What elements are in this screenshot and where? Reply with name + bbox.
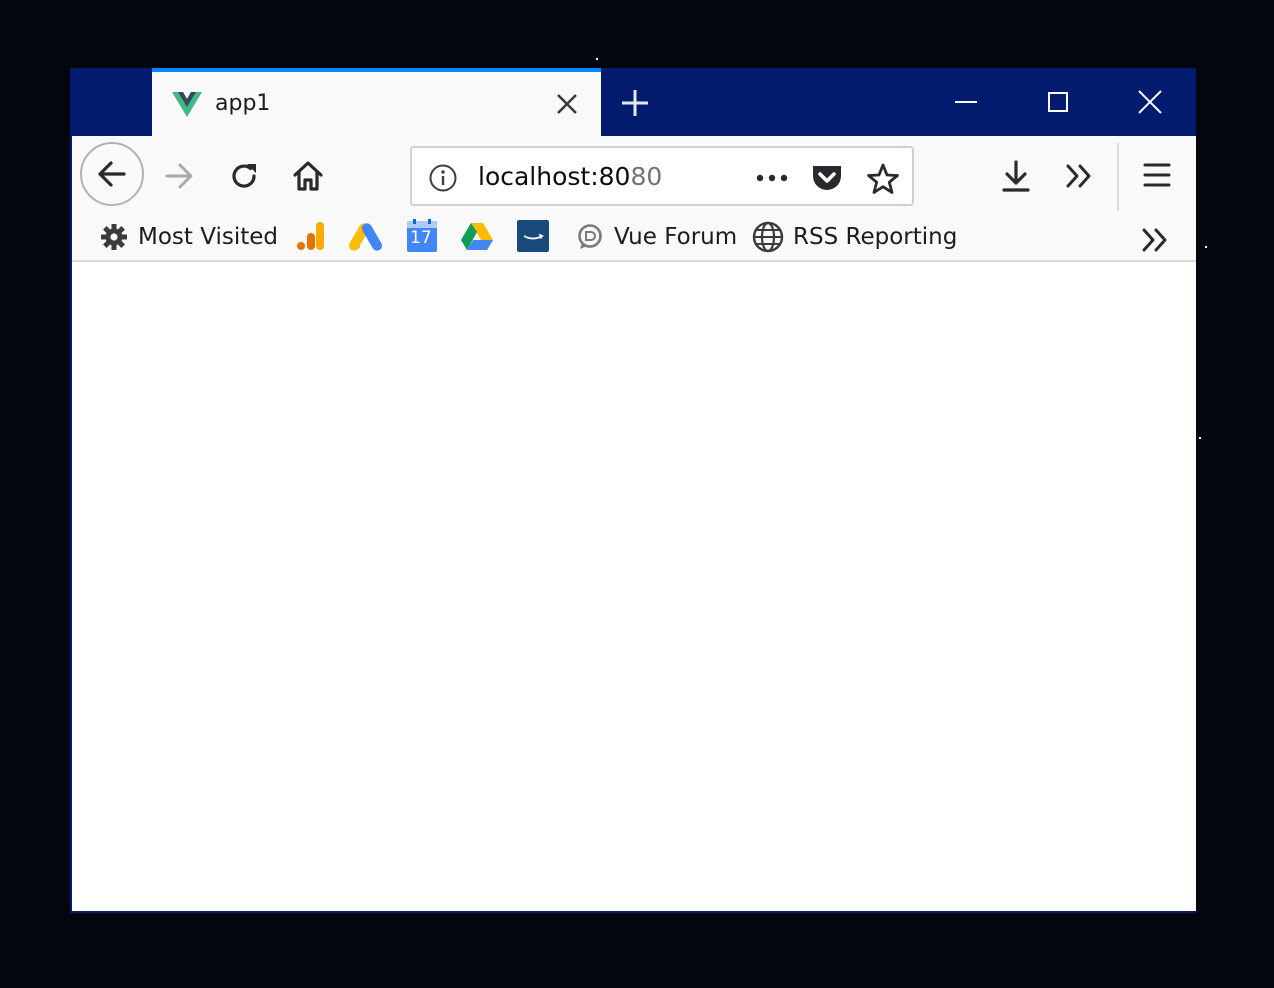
bookmark-label: RSS Reporting xyxy=(793,224,958,250)
minimize-button[interactable] xyxy=(920,68,1012,136)
desktop-speck xyxy=(596,58,598,60)
bookmarks-toolbar: Most Visited 17 Vue Forum RSS Reporting xyxy=(72,212,1196,262)
url-bar[interactable]: localhost:8080 xyxy=(410,146,914,206)
maximize-button[interactable] xyxy=(1012,68,1104,136)
overflow-chevron-icon[interactable] xyxy=(1064,162,1096,190)
site-info-icon[interactable] xyxy=(428,163,458,193)
bookmarks-overflow-icon[interactable] xyxy=(1140,223,1172,257)
url-text[interactable]: localhost:8080 xyxy=(478,162,662,191)
back-button[interactable] xyxy=(80,142,144,206)
close-window-button[interactable] xyxy=(1104,68,1196,136)
bookmark-label: Most Visited xyxy=(138,224,278,250)
title-bar: app1 xyxy=(72,68,1196,136)
google-calendar-icon[interactable]: 17 xyxy=(406,219,438,253)
page-actions-icon[interactable] xyxy=(754,166,790,190)
close-tab-icon[interactable] xyxy=(555,92,579,116)
hamburger-menu-icon[interactable] xyxy=(1142,161,1172,189)
reload-icon[interactable] xyxy=(228,160,260,192)
back-arrow-icon xyxy=(98,161,126,187)
gear-icon xyxy=(101,224,127,250)
downloads-icon[interactable] xyxy=(1000,159,1032,193)
bookmark-most-visited[interactable]: Most Visited xyxy=(96,219,278,253)
bookmark-rss-reporting[interactable]: RSS Reporting xyxy=(752,219,957,253)
close-window-icon xyxy=(1138,90,1162,114)
tab-app1[interactable]: app1 xyxy=(152,68,601,136)
desktop-speck xyxy=(1199,437,1201,439)
pocket-icon[interactable] xyxy=(810,162,844,194)
bookmark-vue-forum[interactable]: Vue Forum xyxy=(576,219,738,253)
bookmark-star-icon[interactable] xyxy=(866,162,900,196)
google-drive-icon[interactable] xyxy=(460,219,494,253)
home-icon[interactable] xyxy=(292,159,324,193)
toolbar-separator xyxy=(1117,143,1119,211)
forward-arrow-icon[interactable] xyxy=(163,160,195,192)
amazon-aws-icon[interactable] xyxy=(516,219,550,253)
calendar-day: 17 xyxy=(410,228,432,248)
url-host: localhost:80 xyxy=(478,162,631,191)
google-analytics-icon[interactable] xyxy=(294,219,326,253)
bookmark-label: Vue Forum xyxy=(614,224,738,250)
google-ads-icon[interactable] xyxy=(348,219,384,253)
navigation-toolbar: localhost:8080 xyxy=(72,136,1196,212)
page-content xyxy=(72,262,1196,911)
new-tab-icon[interactable] xyxy=(620,88,650,118)
url-host-dim: 80 xyxy=(630,162,663,191)
browser-window: app1 localhost:8080 Most Visited 17 Vue … xyxy=(70,68,1196,913)
tab-title: app1 xyxy=(215,91,271,116)
desktop-speck xyxy=(1205,246,1207,248)
minimize-icon xyxy=(955,101,977,103)
vue-logo-icon xyxy=(172,92,202,117)
maximize-icon xyxy=(1048,92,1068,112)
forum-icon xyxy=(578,224,602,249)
globe-icon xyxy=(752,221,784,253)
